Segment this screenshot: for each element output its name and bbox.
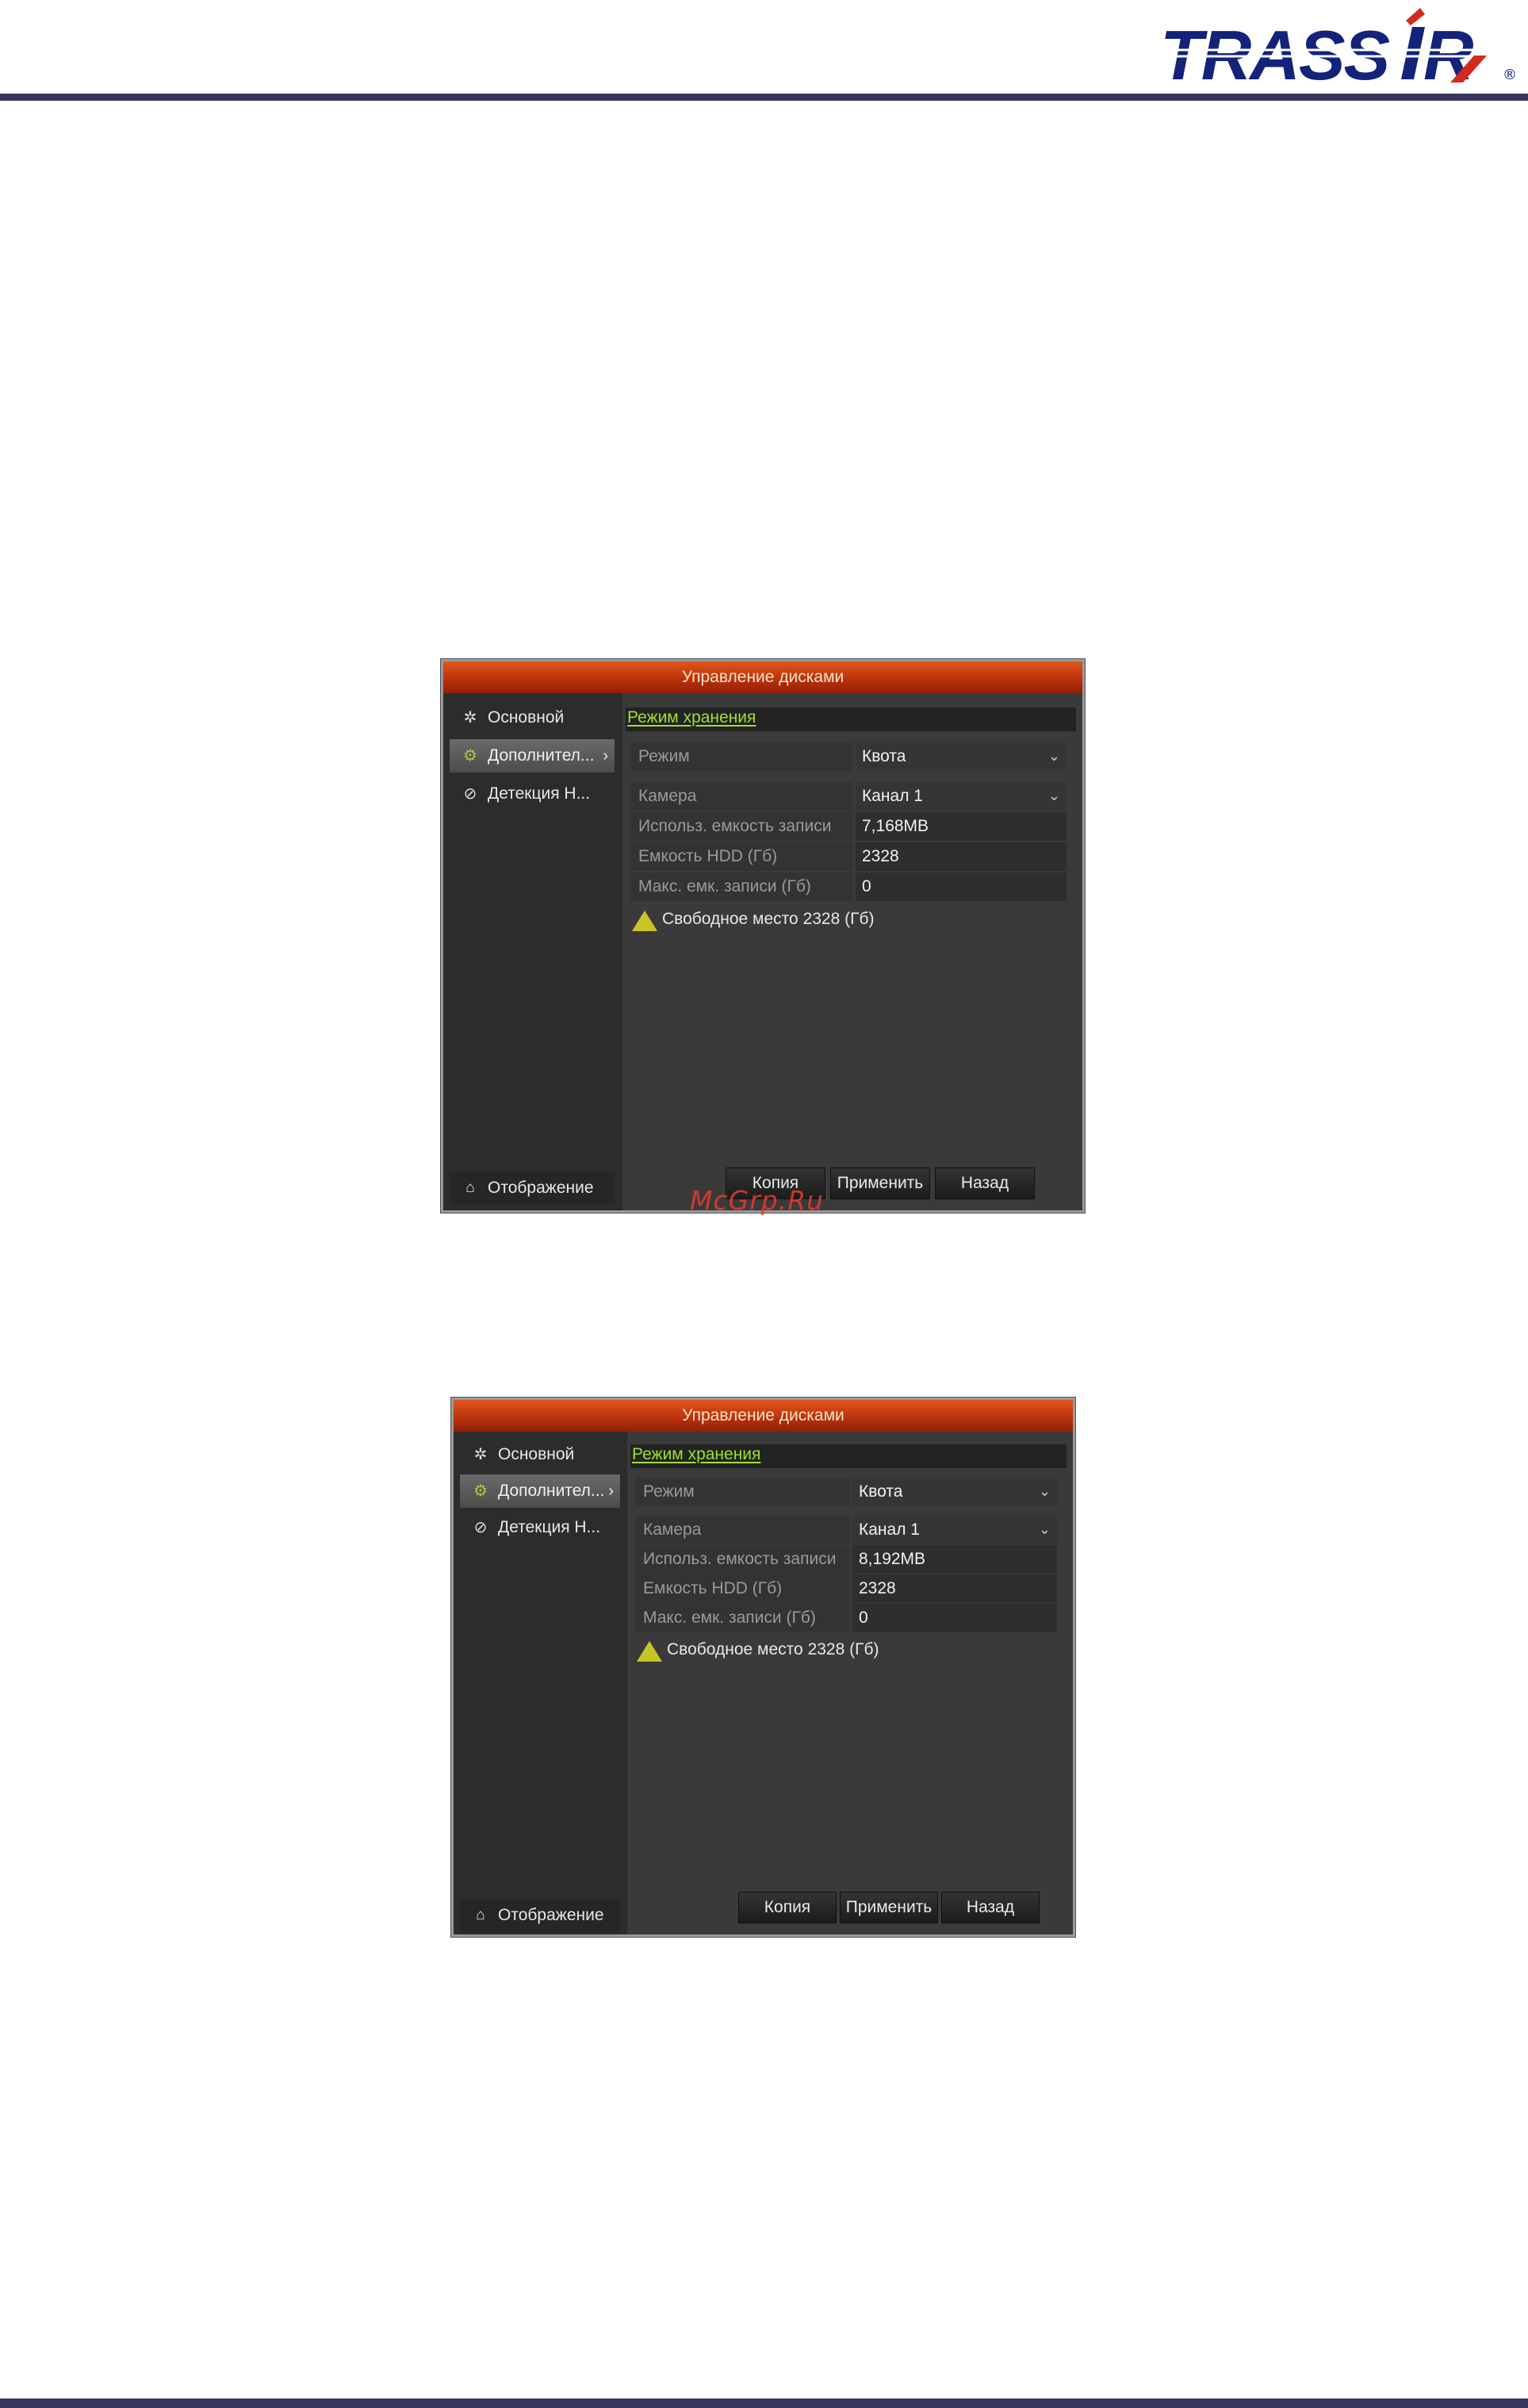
chevron-down-icon: ⌄ bbox=[1047, 788, 1060, 803]
sidebar-item-detection[interactable]: ⊘ Детекция Н... bbox=[460, 1511, 620, 1544]
used-capacity-label: Использ. емкость записи bbox=[635, 1545, 849, 1574]
used-capacity-row: Использ. емкость записи 7,168MB bbox=[630, 812, 1067, 841]
content-panel: Режим хранения Режим Квота ⌄ Камера Кана… bbox=[622, 693, 1082, 1210]
camera-select[interactable]: Канал 1 ⌄ bbox=[852, 1516, 1057, 1544]
sidebar-item-label: Детекция Н... bbox=[488, 784, 591, 803]
back-button[interactable]: Назад bbox=[941, 1892, 1040, 1923]
window-title: Управление дисками bbox=[454, 1400, 1073, 1432]
sidebar-item-label: Дополнител... bbox=[488, 746, 595, 765]
home-icon: ⌂ bbox=[476, 1907, 485, 1923]
trassir-logo: TRASS R ® bbox=[1154, 6, 1526, 94]
sidebar-item-label: Детекция Н... bbox=[498, 1518, 601, 1536]
back-button[interactable]: Назад bbox=[935, 1168, 1035, 1199]
section-title: Режим хранения bbox=[632, 1445, 761, 1463]
section-header: Режим хранения bbox=[630, 1444, 1067, 1468]
shield-check-icon: ⊘ bbox=[473, 1519, 488, 1536]
shield-check-icon: ⊘ bbox=[463, 785, 477, 803]
section-title: Режим хранения bbox=[627, 708, 756, 727]
camera-value: Канал 1 bbox=[859, 1520, 920, 1539]
section-header: Режим хранения bbox=[626, 707, 1076, 731]
window-title: Управление дисками bbox=[443, 661, 1082, 693]
disk-management-screenshot-2: Управление дисками ✲ Основной ⚙ Дополнит… bbox=[451, 1398, 1075, 1937]
apply-button[interactable]: Применить bbox=[840, 1892, 938, 1923]
mode-label: Режим bbox=[630, 742, 852, 771]
sidebar-item-label: Основной bbox=[488, 708, 565, 727]
max-capacity-input[interactable]: 0 bbox=[852, 1604, 1057, 1632]
chevron-down-icon: ⌄ bbox=[1047, 748, 1060, 764]
apply-button[interactable]: Применить bbox=[830, 1168, 930, 1199]
sidebar-item-basic[interactable]: ✲ Основной bbox=[450, 701, 615, 734]
svg-text:R: R bbox=[1423, 16, 1474, 94]
gear-icon: ✲ bbox=[463, 709, 477, 727]
mode-select[interactable]: Квота ⌄ bbox=[852, 1478, 1057, 1506]
svg-text:TRASS: TRASS bbox=[1160, 16, 1390, 94]
max-capacity-label: Макс. емк. записи (Гб) bbox=[630, 872, 852, 901]
mode-row: Режим Квота ⌄ bbox=[635, 1478, 1057, 1506]
mode-row: Режим Квота ⌄ bbox=[630, 742, 1067, 771]
copy-button[interactable]: Копия bbox=[738, 1892, 837, 1923]
hdd-gear-icon: ⚙ bbox=[463, 747, 477, 765]
sidebar: ✲ Основной ⚙ Дополнител... › ⊘ Детекция … bbox=[454, 1432, 624, 1934]
hdd-capacity-row: Емкость HDD (Гб) 2328 bbox=[635, 1574, 1057, 1603]
sidebar-item-label: Основной bbox=[498, 1445, 575, 1463]
trassir-logo-graphic: TRASS R ® bbox=[1154, 8, 1526, 94]
free-space-text: Свободное место 2328 (Гб) bbox=[662, 910, 875, 928]
header-rule bbox=[0, 94, 1528, 101]
content-panel: Режим хранения Режим Квота ⌄ Камера Кана… bbox=[627, 1432, 1073, 1934]
sidebar-display-button[interactable]: ⌂ Отображение bbox=[460, 1900, 620, 1931]
warning-icon bbox=[632, 911, 657, 931]
sidebar-item-label: Дополнител... bbox=[498, 1482, 605, 1500]
warning-icon bbox=[637, 1641, 662, 1662]
max-capacity-row: Макс. емк. записи (Гб) 0 bbox=[630, 872, 1067, 901]
free-space-text: Свободное место 2328 (Гб) bbox=[667, 1640, 879, 1658]
used-capacity-value: 8,192MB bbox=[852, 1545, 1057, 1574]
mode-value: Квота bbox=[859, 1482, 903, 1501]
hdd-capacity-value: 2328 bbox=[856, 842, 1067, 871]
sidebar-display-label: Отображение bbox=[498, 1906, 604, 1924]
chevron-down-icon: ⌄ bbox=[1038, 1521, 1051, 1537]
sidebar-display-label: Отображение bbox=[488, 1179, 594, 1197]
sidebar-display-button[interactable]: ⌂ Отображение bbox=[450, 1172, 615, 1204]
sidebar-item-advanced[interactable]: ⚙ Дополнител... › bbox=[450, 739, 615, 773]
footer-rule bbox=[0, 2398, 1528, 2408]
camera-label: Камера bbox=[635, 1516, 849, 1544]
watermark: McGrp.Ru bbox=[690, 1185, 825, 1216]
used-capacity-value: 7,168MB bbox=[856, 812, 1067, 841]
hdd-gear-icon: ⚙ bbox=[473, 1482, 488, 1500]
svg-text:®: ® bbox=[1503, 67, 1517, 83]
mode-label: Режим bbox=[635, 1478, 849, 1506]
hdd-capacity-label: Емкость HDD (Гб) bbox=[630, 842, 852, 871]
camera-label: Камера bbox=[630, 782, 852, 811]
sidebar-item-advanced[interactable]: ⚙ Дополнител... › bbox=[460, 1474, 620, 1508]
chevron-right-icon: › bbox=[603, 747, 608, 765]
hdd-capacity-value: 2328 bbox=[852, 1574, 1057, 1603]
gear-icon: ✲ bbox=[473, 1446, 488, 1463]
max-capacity-input[interactable]: 0 bbox=[856, 872, 1067, 901]
camera-row: Камера Канал 1 ⌄ bbox=[630, 782, 1067, 811]
mode-select[interactable]: Квота ⌄ bbox=[856, 742, 1067, 771]
camera-select[interactable]: Канал 1 ⌄ bbox=[856, 782, 1067, 811]
home-icon: ⌂ bbox=[465, 1179, 475, 1196]
hdd-capacity-label: Емкость HDD (Гб) bbox=[635, 1574, 849, 1603]
chevron-right-icon: › bbox=[608, 1482, 614, 1500]
used-capacity-label: Использ. емкость записи bbox=[630, 812, 852, 841]
disk-management-screenshot-1: Управление дисками ✲ Основной ⚙ Дополнит… bbox=[441, 659, 1085, 1213]
free-space-note: Свободное место 2328 (Гб) bbox=[637, 1638, 879, 1662]
camera-row: Камера Канал 1 ⌄ bbox=[635, 1516, 1057, 1544]
sidebar: ✲ Основной ⚙ Дополнител... › ⊘ Детекция … bbox=[443, 693, 619, 1210]
hdd-capacity-row: Емкость HDD (Гб) 2328 bbox=[630, 842, 1067, 871]
chevron-down-icon: ⌄ bbox=[1038, 1483, 1051, 1499]
free-space-note: Свободное место 2328 (Гб) bbox=[632, 907, 875, 931]
mode-value: Квота bbox=[862, 747, 906, 765]
sidebar-item-basic[interactable]: ✲ Основной bbox=[460, 1438, 620, 1471]
camera-value: Канал 1 bbox=[862, 787, 923, 805]
used-capacity-row: Использ. емкость записи 8,192MB bbox=[635, 1545, 1057, 1574]
sidebar-item-detection[interactable]: ⊘ Детекция Н... bbox=[450, 777, 615, 811]
max-capacity-row: Макс. емк. записи (Гб) 0 bbox=[635, 1604, 1057, 1632]
max-capacity-label: Макс. емк. записи (Гб) bbox=[635, 1604, 849, 1632]
